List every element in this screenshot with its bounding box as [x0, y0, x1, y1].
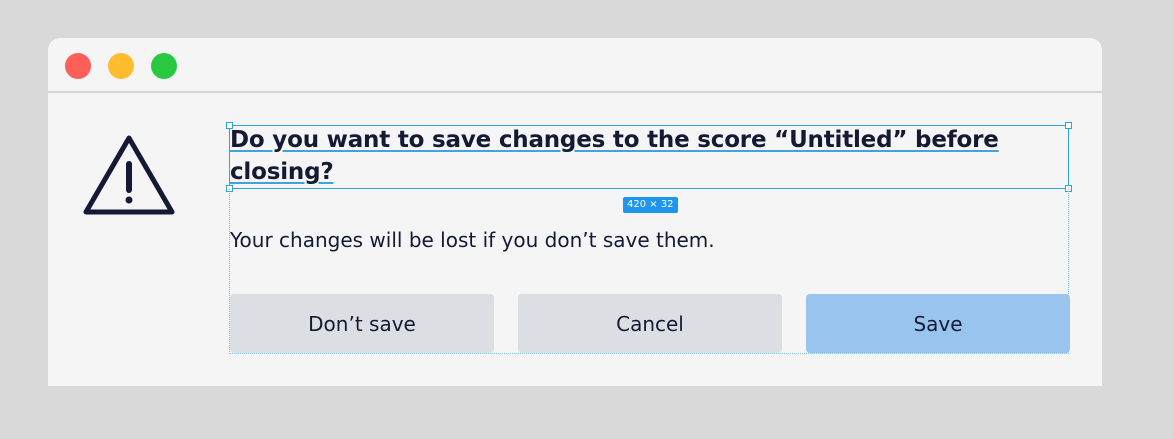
dialog-message: Your changes will be lost if you don’t s… [230, 228, 715, 252]
dialog-window: Do you want to save changes to the score… [48, 38, 1102, 386]
close-window-button[interactable] [65, 53, 91, 79]
size-badge: 420 × 32 [623, 197, 678, 213]
title-bar [48, 38, 1102, 93]
resize-handle-top-right[interactable] [1065, 122, 1072, 129]
dont-save-button[interactable]: Don’t save [230, 294, 494, 353]
save-button[interactable]: Save [806, 294, 1070, 353]
dialog-heading: Do you want to save changes to the score… [230, 124, 1010, 188]
heading-line-2: closing? [230, 159, 334, 185]
warning-triangle-icon [83, 135, 175, 215]
minimize-window-button[interactable] [108, 53, 134, 79]
cancel-button[interactable]: Cancel [518, 294, 782, 353]
maximize-window-button[interactable] [151, 53, 177, 79]
heading-line-1: Do you want to save changes to the score… [230, 127, 999, 153]
